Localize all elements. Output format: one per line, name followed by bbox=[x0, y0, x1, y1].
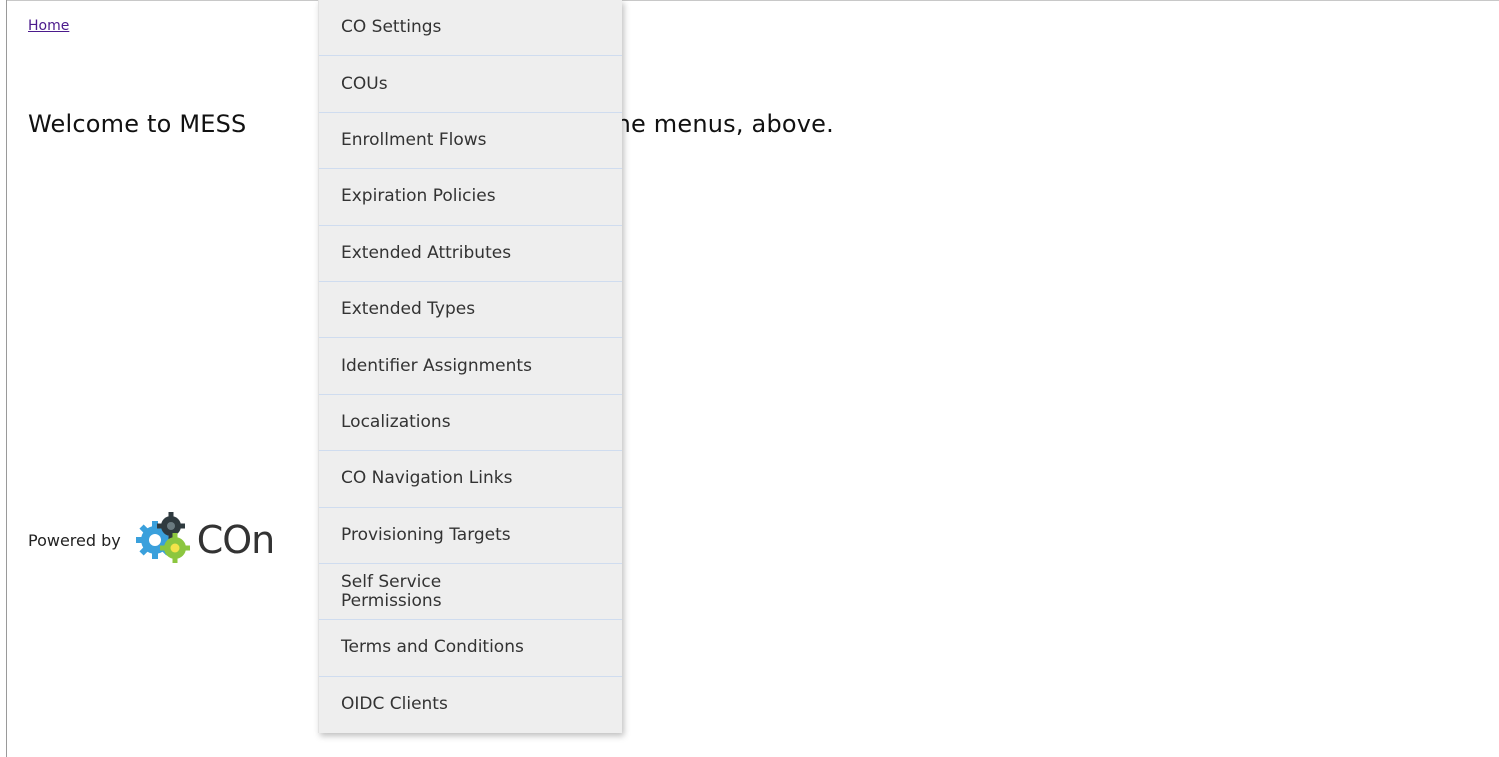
menu-item-co-settings[interactable]: CO Settings bbox=[319, 0, 622, 57]
comanage-logo[interactable]: COn bbox=[135, 510, 275, 570]
gears-icon bbox=[135, 510, 195, 570]
menu-item-identifier-assignments[interactable]: Identifier Assignments bbox=[319, 338, 622, 395]
menu-item-label: Extended Attributes bbox=[341, 242, 512, 263]
menu-item-label: Localizations bbox=[341, 411, 451, 432]
menu-item-label: Identifier Assignments bbox=[341, 355, 532, 376]
menu-item-label: Expiration Policies bbox=[341, 186, 496, 207]
menu-item-extended-types[interactable]: Extended Types bbox=[319, 282, 622, 339]
logo-wordmark: COn bbox=[196, 518, 276, 562]
menu-item-label: Extended Types bbox=[341, 299, 476, 320]
menu-item-self-service-permissions[interactable]: Self Service Permissions bbox=[319, 564, 622, 621]
menu-item-provisioning-targets[interactable]: Provisioning Targets bbox=[319, 508, 622, 564]
menu-item-expiration-policies[interactable]: Expiration Policies bbox=[319, 169, 622, 226]
menu-item-oidc-clients[interactable]: OIDC Clients bbox=[319, 677, 622, 733]
menu-item-label: CO Settings bbox=[341, 17, 442, 38]
menu-item-cous[interactable]: COUs bbox=[319, 56, 622, 113]
breadcrumb-home-link[interactable]: Home bbox=[28, 18, 69, 34]
menu-item-localizations[interactable]: Localizations bbox=[319, 395, 622, 452]
menu-item-label: COUs bbox=[341, 73, 388, 94]
top-border bbox=[6, 0, 1499, 1]
menu-item-label: OIDC Clients bbox=[341, 694, 448, 715]
footer: Powered by COn bbox=[28, 510, 275, 570]
menu-item-label: CO Navigation Links bbox=[341, 468, 513, 489]
menu-item-co-navigation-links[interactable]: CO Navigation Links bbox=[319, 451, 622, 508]
configuration-dropdown-menu: CO Settings COUs Enrollment Flows Expiratio… bbox=[318, 0, 622, 734]
page: Home Welcome to MESS ction from the menu… bbox=[0, 0, 1499, 757]
menu-item-label: Provisioning Targets bbox=[341, 524, 511, 545]
menu-item-terms-and-conditions[interactable]: Terms and Conditions bbox=[319, 620, 622, 677]
menu-item-enrollment-flows[interactable]: Enrollment Flows bbox=[319, 113, 622, 170]
menu-item-label: Enrollment Flows bbox=[341, 129, 487, 150]
left-border bbox=[6, 0, 7, 757]
menu-item-label: Self Service Permissions bbox=[341, 571, 442, 611]
menu-item-extended-attributes[interactable]: Extended Attributes bbox=[319, 226, 622, 282]
powered-by-label: Powered by bbox=[28, 530, 121, 550]
menu-item-label: Terms and Conditions bbox=[341, 637, 524, 658]
